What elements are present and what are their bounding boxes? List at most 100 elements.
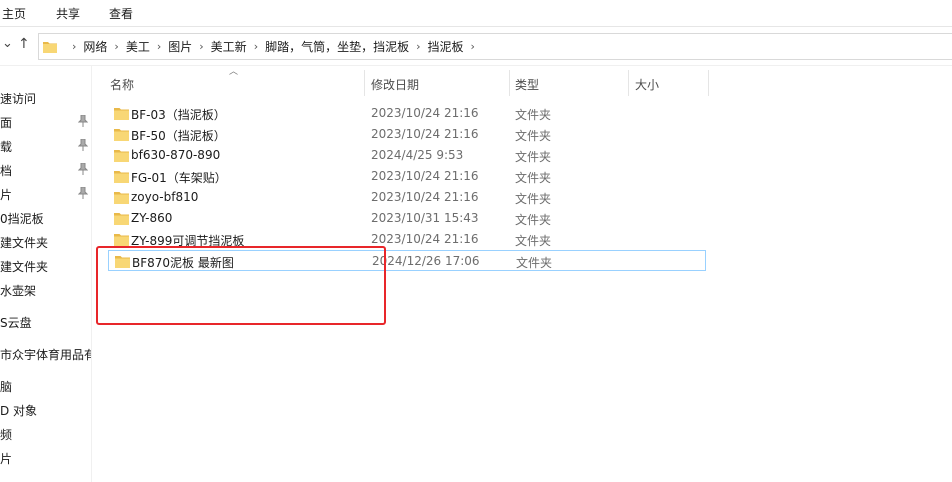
breadcrumb-separator-icon[interactable]: › <box>157 40 161 53</box>
tab-home[interactable]: 主页 <box>2 5 26 22</box>
sidebar-item-folder[interactable]: 0挡泥板 <box>0 207 91 229</box>
recent-locations-chevron-down-icon[interactable]: ⌄ <box>2 36 13 51</box>
breadcrumb-item[interactable]: 图片 <box>168 38 192 55</box>
breadcrumb-item[interactable]: 网络 <box>83 38 107 55</box>
table-row[interactable]: FG-01（车架贴） 2023/10/24 21:16 文件夹 <box>108 166 706 187</box>
file-type: 文件夹 <box>515 171 552 185</box>
file-date: 2023/10/24 21:16 <box>371 106 479 120</box>
table-row[interactable]: BF-03（挡泥板） 2023/10/24 21:16 文件夹 <box>108 103 706 124</box>
folder-icon <box>114 150 129 162</box>
file-date: 2023/10/31 15:43 <box>371 211 479 225</box>
sidebar-item-3d-objects[interactable]: D 对象 <box>0 399 91 421</box>
sidebar-item-cloud-drive[interactable]: S云盘 <box>0 311 91 333</box>
column-divider[interactable] <box>509 70 510 96</box>
sidebar-item-label: 档 <box>0 164 13 178</box>
file-name: ZY-860 <box>131 211 173 225</box>
sidebar-item-label: 水壶架 <box>0 284 37 298</box>
sidebar-item-label: D 对象 <box>0 404 38 418</box>
file-name: bf630-870-890 <box>131 148 221 162</box>
file-type: 文件夹 <box>515 234 552 248</box>
file-name: BF-50（挡泥板） <box>131 129 226 143</box>
sidebar-item-label: 0挡泥板 <box>0 212 44 226</box>
file-name: BF-03（挡泥板） <box>131 108 226 122</box>
breadcrumb-separator-icon: › <box>72 40 77 53</box>
up-arrow-icon[interactable]: ↑ <box>18 36 30 52</box>
file-type: 文件夹 <box>515 150 552 164</box>
sidebar-item-downloads[interactable]: 载 <box>0 135 91 157</box>
file-type: 文件夹 <box>515 213 552 227</box>
breadcrumb-item[interactable]: 美工新 <box>211 38 247 55</box>
sidebar-item-label: 速访问 <box>0 92 37 106</box>
column-header-date[interactable]: 修改日期 <box>371 76 419 102</box>
file-date: 2024/4/25 9:53 <box>371 148 464 162</box>
sidebar-item-label: 频 <box>0 428 13 442</box>
sidebar-item-label: S云盘 <box>0 316 32 330</box>
folder-icon <box>114 192 129 204</box>
sidebar-item-pictures[interactable]: 片 <box>0 183 91 205</box>
address-row: ⌄ ↑ › 网络 › 美工 › 图片 › 美工新 › 脚踏，气筒，坐垫，挡泥板 … <box>0 28 952 66</box>
breadcrumb-separator-icon[interactable]: › <box>254 40 258 53</box>
breadcrumb-separator-icon[interactable]: › <box>471 40 475 53</box>
column-divider[interactable] <box>364 70 365 96</box>
sidebar-item-folder[interactable]: 建文件夹 <box>0 255 91 277</box>
column-header-type[interactable]: 类型 <box>515 76 539 102</box>
table-row[interactable]: zoyo-bf810 2023/10/24 21:16 文件夹 <box>108 187 706 208</box>
sidebar-item-label: 建文件夹 <box>0 236 49 250</box>
breadcrumb-separator-icon[interactable]: › <box>114 40 118 53</box>
pin-icon <box>78 115 88 127</box>
sort-ascending-icon: ︿ <box>229 67 239 77</box>
tab-view[interactable]: 查看 <box>109 5 133 22</box>
column-divider[interactable] <box>708 70 709 96</box>
pin-icon <box>78 139 88 151</box>
file-date: 2023/10/24 21:16 <box>371 169 479 183</box>
file-date: 2023/10/24 21:16 <box>371 232 479 246</box>
column-divider[interactable] <box>628 70 629 96</box>
breadcrumb-item[interactable]: 脚踏，气筒，坐垫，挡泥板 <box>265 38 409 55</box>
folder-icon <box>114 108 129 120</box>
sidebar-item-quick-access[interactable]: 速访问 <box>0 87 91 109</box>
breadcrumb-item[interactable]: 美工 <box>126 38 150 55</box>
address-bar[interactable]: › 网络 › 美工 › 图片 › 美工新 › 脚踏，气筒，坐垫，挡泥板 › 挡泥… <box>38 33 952 60</box>
sidebar-item-pictures-pc[interactable]: 片 <box>0 447 91 469</box>
folder-icon <box>114 129 129 141</box>
folder-icon <box>43 42 57 53</box>
table-row[interactable]: bf630-870-890 2024/4/25 9:53 文件夹 <box>108 145 706 166</box>
sidebar-item-label: 建文件夹 <box>0 260 49 274</box>
file-name: FG-01（车架贴） <box>131 171 227 185</box>
sidebar-item-label: 脑 <box>0 380 13 394</box>
sidebar-item-documents[interactable]: 档 <box>0 159 91 181</box>
folder-icon <box>114 234 129 246</box>
folder-icon <box>114 213 129 225</box>
file-type: 文件夹 <box>515 129 552 143</box>
file-date: 2023/10/24 21:16 <box>371 127 479 141</box>
sidebar-item-desktop[interactable]: 面 <box>0 111 91 133</box>
sidebar-item-label: 片 <box>0 188 13 202</box>
sidebar-item-company[interactable]: 市众宇体育用品有 <box>0 343 92 365</box>
ribbon: 主页 共享 查看 <box>0 0 952 27</box>
table-row[interactable]: ZY-860 2023/10/31 15:43 文件夹 <box>108 208 706 229</box>
file-type: 文件夹 <box>515 108 552 122</box>
sidebar-item-label: 市众宇体育用品有 <box>0 348 92 362</box>
breadcrumb-item[interactable]: 挡泥板 <box>428 38 464 55</box>
navigation-pane: 速访问 面 载 档 片 0挡泥板 建文件夹 建文件夹 水壶架 S云盘 市众宇体育… <box>0 66 92 482</box>
sidebar-item-label: 面 <box>0 116 13 130</box>
column-header-size[interactable]: 大小 <box>635 76 659 102</box>
breadcrumb-separator-icon[interactable]: › <box>199 40 203 53</box>
sidebar-item-label: 载 <box>0 140 13 154</box>
column-header-name[interactable]: 名称 <box>110 76 134 102</box>
sidebar-item-folder[interactable]: 建文件夹 <box>0 231 91 253</box>
breadcrumb-separator-icon[interactable]: › <box>416 40 420 53</box>
tab-share[interactable]: 共享 <box>56 5 80 22</box>
file-type: 文件夹 <box>515 192 552 206</box>
breadcrumb: › 网络 › 美工 › 图片 › 美工新 › 脚踏，气筒，坐垫，挡泥板 › 挡泥… <box>65 34 482 59</box>
file-date: 2024/12/26 17:06 <box>372 254 480 268</box>
pin-icon <box>78 163 88 175</box>
pin-icon <box>78 187 88 199</box>
sidebar-item-this-pc[interactable]: 脑 <box>0 375 91 397</box>
table-row[interactable]: BF-50（挡泥板） 2023/10/24 21:16 文件夹 <box>108 124 706 145</box>
file-date: 2023/10/24 21:16 <box>371 190 479 204</box>
sidebar-item-videos[interactable]: 频 <box>0 423 91 445</box>
folder-icon <box>114 171 129 183</box>
sidebar-item-label: 片 <box>0 452 13 466</box>
sidebar-item-folder[interactable]: 水壶架 <box>0 279 91 301</box>
